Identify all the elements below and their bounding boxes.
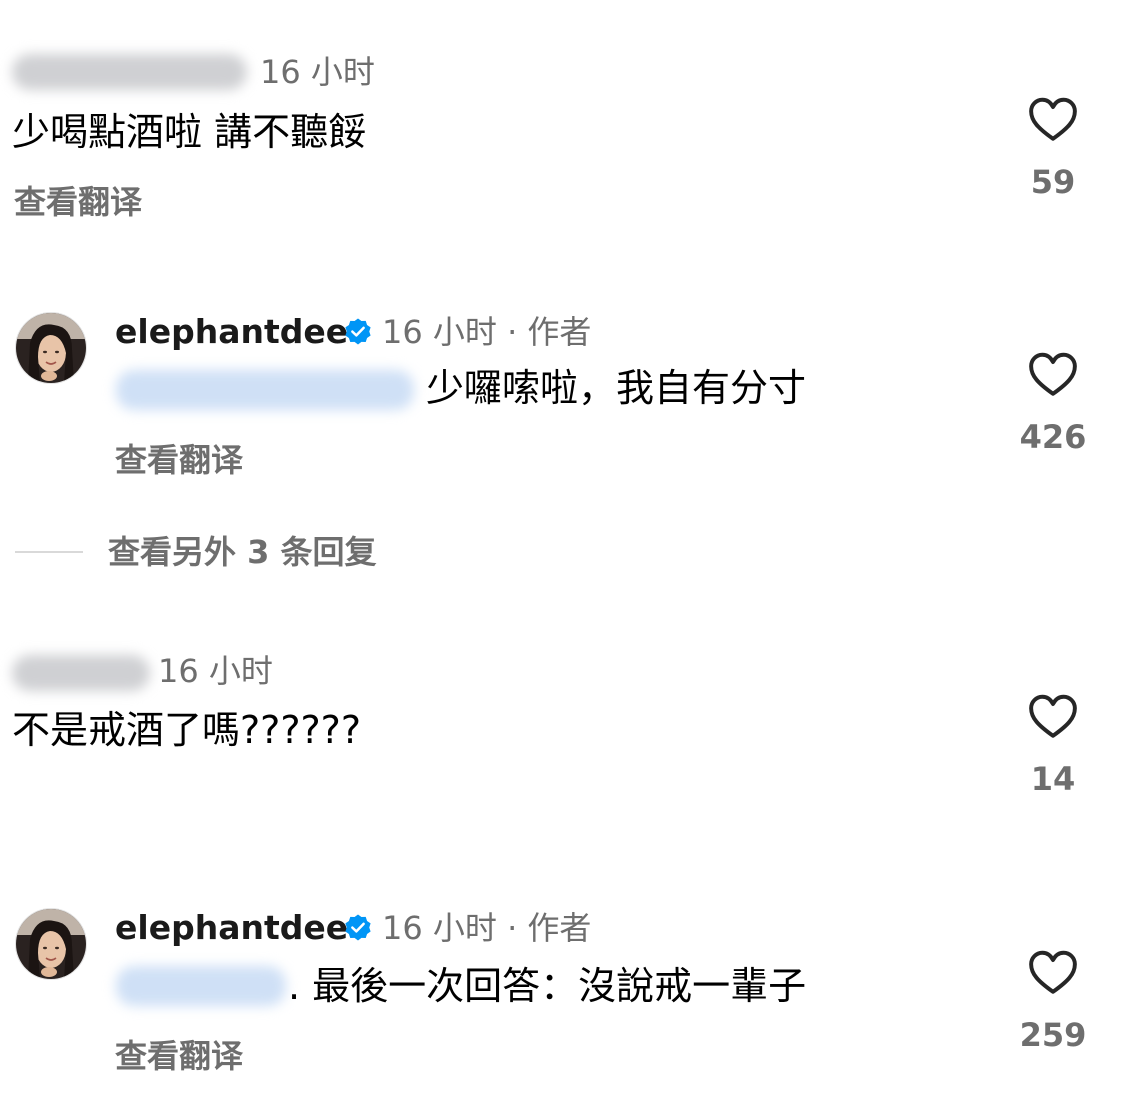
comment-time: 16 小时 <box>158 652 273 690</box>
like-button[interactable]: 426 <box>1003 351 1103 457</box>
avatar[interactable] <box>15 908 87 980</box>
comment-time: 16 小时 · 作者 <box>382 313 592 351</box>
verified-badge-icon <box>345 318 371 345</box>
comment-time: 16 小时 <box>260 53 375 91</box>
blurred-username <box>12 655 150 691</box>
like-button[interactable]: 259 <box>1003 949 1103 1055</box>
like-count: 259 <box>1019 1016 1087 1054</box>
blurred-mention[interactable] <box>116 966 286 1006</box>
like-count: 14 <box>1030 760 1076 798</box>
heart-outline-icon[interactable] <box>1028 96 1078 142</box>
see-translation-link[interactable]: 查看翻译 <box>14 182 142 222</box>
blurred-username <box>12 54 247 90</box>
comment-text: 不是戒酒了嗎?????? <box>12 708 362 752</box>
comment-text: 少囉嗦啦，我自有分寸 <box>426 366 807 410</box>
avatar-image <box>16 313 86 383</box>
verified-badge-icon <box>345 914 371 941</box>
see-translation-link[interactable]: 查看翻译 <box>115 440 243 480</box>
avatar[interactable] <box>15 312 87 384</box>
comment-time: 16 小时 · 作者 <box>382 909 592 947</box>
heart-outline-icon[interactable] <box>1028 949 1078 995</box>
comment-text: 少喝點酒啦 講不聽餒 <box>12 110 367 154</box>
blurred-mention[interactable] <box>116 370 414 410</box>
view-more-replies-label[interactable]: 查看另外 3 条回复 <box>108 532 377 572</box>
see-translation-link[interactable]: 查看翻译 <box>115 1036 243 1076</box>
like-button[interactable]: 14 <box>1003 693 1103 799</box>
username[interactable]: elephantdee <box>115 312 348 352</box>
like-button[interactable]: 59 <box>1003 96 1103 202</box>
username[interactable]: elephantdee <box>115 908 348 948</box>
reply-divider-line <box>15 551 83 553</box>
heart-outline-icon[interactable] <box>1028 693 1078 739</box>
avatar-image <box>16 909 86 979</box>
heart-outline-icon[interactable] <box>1028 351 1078 397</box>
like-count: 59 <box>1030 163 1076 201</box>
like-count: 426 <box>1019 418 1087 456</box>
comment-text: . 最後一次回答：沒說戒一輩子 <box>288 964 807 1008</box>
